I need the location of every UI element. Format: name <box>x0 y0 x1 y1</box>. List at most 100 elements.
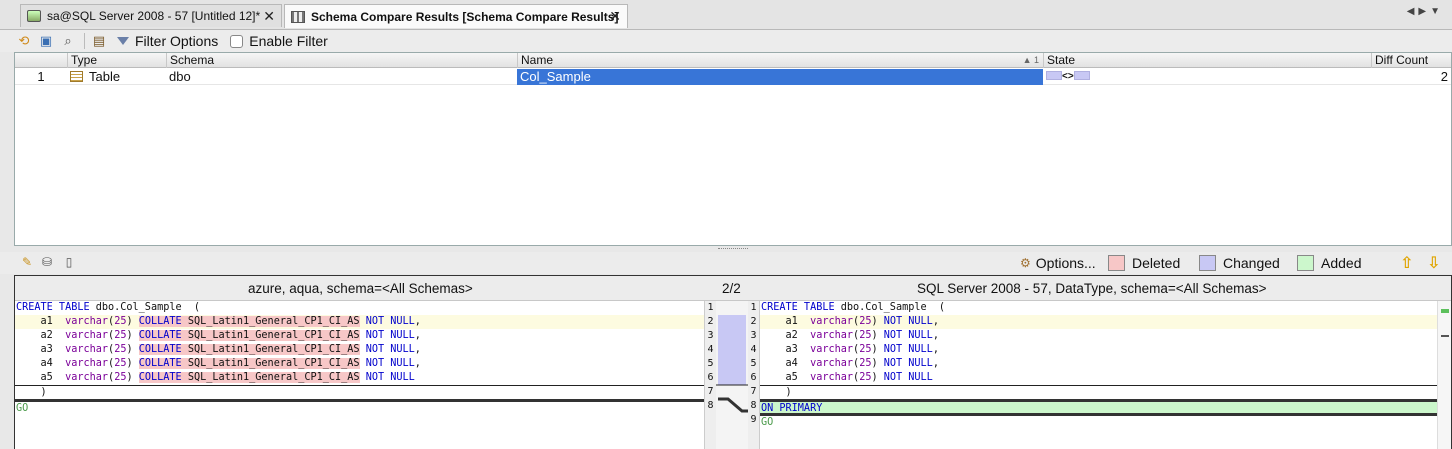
column-name: a4 <box>40 358 53 369</box>
database-icon <box>27 10 41 22</box>
state-left-swatch <box>1046 71 1062 80</box>
code-text: ) <box>761 387 792 398</box>
column-header-index[interactable] <box>15 53 67 68</box>
code-line: ON PRIMARY <box>760 399 1438 414</box>
not-null-keyword: NOT NULL <box>883 372 933 383</box>
code-line: a3 varchar(25) COLLATE SQL_Latin1_Genera… <box>40 344 421 355</box>
close-icon[interactable]: ✕ <box>263 8 275 25</box>
legend-deleted: Deleted <box>1108 254 1180 272</box>
code-line: CREATE TABLE dbo.Col_Sample ( <box>15 301 704 315</box>
column-header-diff-count[interactable]: Diff Count <box>1371 53 1451 68</box>
code-text: , <box>414 358 421 369</box>
code-line: a2 varchar(25) COLLATE SQL_Latin1_Genera… <box>40 330 421 341</box>
chevron-right-icon[interactable]: ▶ <box>1418 6 1430 17</box>
document-icon[interactable]: ▯ <box>62 255 76 269</box>
code-line: a5 varchar(25) COLLATE SQL_Latin1_Genera… <box>40 372 415 383</box>
column-header-name[interactable]: Name ▲ 1 <box>517 53 1043 68</box>
line-number: 4 <box>707 344 714 355</box>
go-keyword: GO <box>761 417 774 428</box>
save-icon[interactable]: ▣ <box>38 33 54 49</box>
code-text: , <box>414 344 421 355</box>
legend-changed-swatch <box>1199 255 1216 271</box>
code-line: a1 varchar(25) COLLATE SQL_Latin1_Genera… <box>15 315 704 329</box>
right-source-title: SQL Server 2008 - 57, DataType, schema=<… <box>917 281 1267 296</box>
not-null-keyword: NOT NULL <box>883 316 933 327</box>
row-index: 1 <box>37 69 45 84</box>
cell-diff-count[interactable]: 2 <box>1371 69 1451 85</box>
data-type: varchar <box>810 330 854 341</box>
preview-icon[interactable]: ⌕ <box>60 33 76 49</box>
not-null-keyword: NOT NULL <box>883 358 933 369</box>
grid-columns-icon[interactable]: ▤ <box>91 33 107 49</box>
pin-icon[interactable]: ✎ <box>20 255 34 269</box>
cell-schema[interactable]: dbo <box>166 69 517 85</box>
chevron-down-icon[interactable]: ▼ <box>1430 6 1444 17</box>
next-difference-icon[interactable]: ⇩ <box>1427 253 1440 273</box>
cell-state[interactable]: <> <box>1043 69 1371 85</box>
line-number: 8 <box>707 400 714 411</box>
data-length: 25 <box>859 372 872 383</box>
enable-filter-checkbox[interactable]: Enable Filter <box>230 33 328 49</box>
not-null-keyword: NOT NULL <box>365 330 415 341</box>
column-name: a2 <box>785 330 798 341</box>
collation-name: SQL_Latin1_General_CP1_CI_AS <box>187 316 360 327</box>
not-null-keyword: NOT NULL <box>365 358 415 369</box>
filter-options-button[interactable]: Filter Options <box>117 33 218 49</box>
state-right-swatch <box>1073 71 1090 80</box>
collation-name: SQL_Latin1_General_CP1_CI_AS <box>187 358 360 369</box>
right-code-pane[interactable]: CREATE TABLE dbo.Col_Sample ( a1 varchar… <box>748 301 1438 449</box>
legend-deleted-label: Deleted <box>1132 255 1181 271</box>
column-name: a1 <box>40 316 53 327</box>
splitter-grip[interactable] <box>718 248 748 250</box>
collate-keyword: COLLATE <box>138 316 182 327</box>
collate-keyword: COLLATE <box>138 358 182 369</box>
chevron-left-icon[interactable]: ◀ <box>1407 6 1419 17</box>
legend-deleted-swatch <box>1108 255 1125 271</box>
diff-header: azure, aqua, schema=<All Schemas> 2/2 SQ… <box>15 276 1451 301</box>
left-line-numbers: 1 2 3 4 5 6 7 8 <box>704 301 716 449</box>
cell-type[interactable]: Table <box>67 69 166 85</box>
diff-connector-gutter <box>716 301 748 449</box>
column-name: a3 <box>40 344 53 355</box>
overview-marker-added[interactable] <box>1441 309 1449 313</box>
line-number: 1 <box>707 302 714 313</box>
not-null-keyword: NOT NULL <box>365 316 415 327</box>
data-type: varchar <box>810 358 854 369</box>
refresh-icon[interactable]: ⟲ <box>16 33 32 49</box>
diff-overview-ruler[interactable] <box>1437 301 1451 449</box>
overview-marker-current[interactable] <box>1441 335 1449 337</box>
gear-icon: ⚙ <box>1020 256 1031 270</box>
column-header-schema[interactable]: Schema <box>166 53 517 68</box>
cell-name[interactable]: Col_Sample <box>517 69 1043 85</box>
table-row[interactable]: 1 Table dbo Col_Sample <> 2 <box>15 69 1451 85</box>
tab-scroll-arrows[interactable]: ◀▶▼ <box>1407 6 1444 17</box>
grid-header: Type Schema Name ▲ 1 State Diff Count <box>15 53 1451 68</box>
code-text: , <box>932 344 939 355</box>
tab-sql-editor[interactable]: sa@SQL Server 2008 - 57 [Untitled 12]* ✕ <box>20 4 282 27</box>
data-length: 25 <box>114 358 127 369</box>
column-name: a2 <box>40 330 53 341</box>
options-button[interactable]: ⚙ Options... <box>1020 254 1096 272</box>
legend-changed-label: Changed <box>1223 255 1280 271</box>
collation-name: SQL_Latin1_General_CP1_CI_AS <box>187 372 360 383</box>
column-header-type[interactable]: Type <box>67 53 166 68</box>
data-type: varchar <box>810 344 854 355</box>
column-header-state[interactable]: State <box>1043 53 1371 68</box>
column-name: a1 <box>785 316 798 327</box>
code-text: , <box>414 316 421 327</box>
line-number: 7 <box>707 386 714 397</box>
toolbar-separator <box>84 33 85 49</box>
not-null-keyword: NOT NULL <box>883 344 933 355</box>
tab-schema-compare-results[interactable]: Schema Compare Results [Schema Compare R… <box>284 4 628 28</box>
code-line: GO <box>15 399 704 414</box>
checkbox-box[interactable] <box>230 34 244 48</box>
database-icon[interactable]: ⛁ <box>40 255 54 269</box>
data-type: varchar <box>65 316 109 327</box>
left-code-pane[interactable]: CREATE TABLE dbo.Col_Sample ( a1 varchar… <box>15 301 704 449</box>
line-number: 6 <box>707 372 714 383</box>
legend-added: Added <box>1297 254 1361 272</box>
close-icon[interactable]: ✕ <box>609 8 621 25</box>
diff-toolbar: ✎ ⛁ ▯ ⚙ Options... Deleted Changed Added… <box>0 252 1452 274</box>
data-length: 25 <box>859 316 872 327</box>
previous-difference-icon[interactable]: ⇧ <box>1400 253 1413 273</box>
